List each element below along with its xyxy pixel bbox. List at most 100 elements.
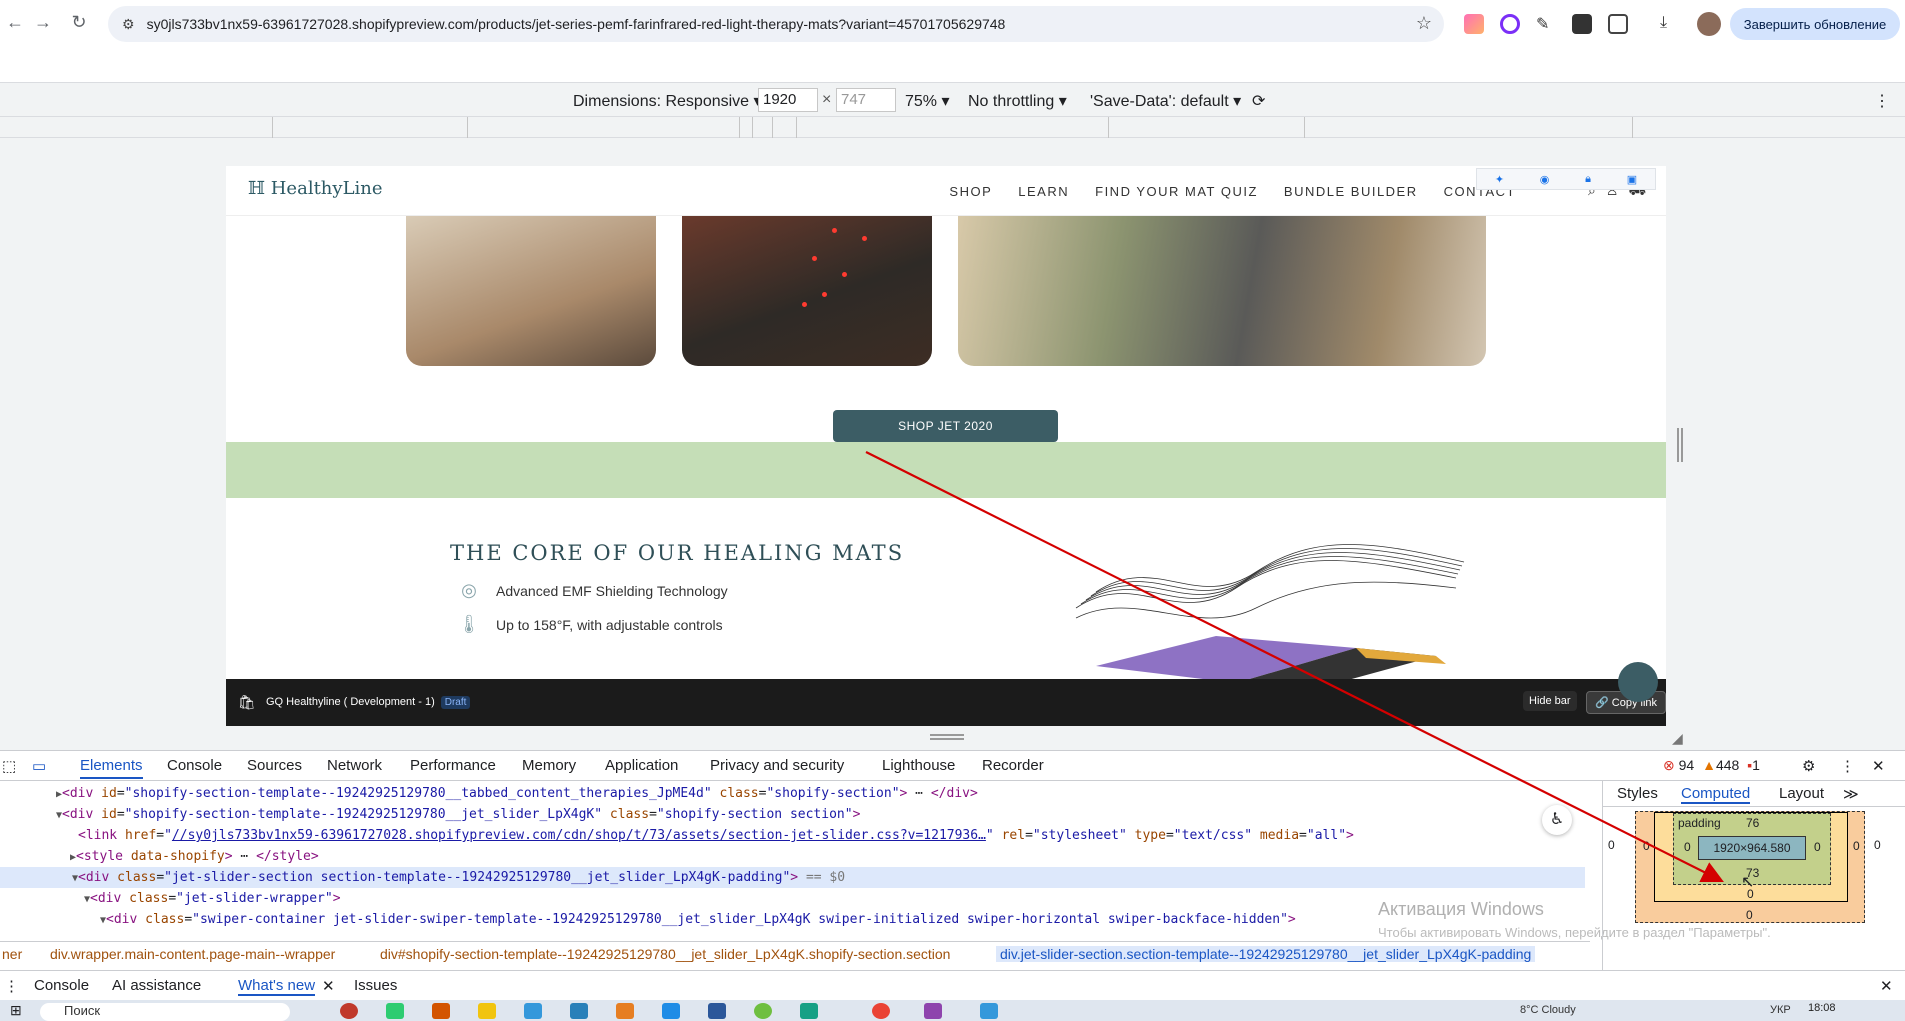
address-bar[interactable]: ⚙ sy0jls733bv1nx59-63961727028.shopifypr… [108, 6, 1444, 42]
shop-jet-button[interactable]: SHOP JET 2020 [833, 410, 1058, 442]
tab-console[interactable]: Console [167, 757, 222, 774]
app-icon[interactable] [662, 1003, 680, 1019]
drawer-menu-icon[interactable]: ⋮ [4, 977, 19, 995]
extension-icon[interactable] [1572, 14, 1592, 34]
dom-node[interactable]: ▼<div class="jet-slider-wrapper"> [84, 888, 341, 909]
extension-icon[interactable]: ✎ [1536, 14, 1556, 34]
lock-icon[interactable]: 🔒︎ [1585, 173, 1591, 186]
download-icon[interactable]: ⤓ [1660, 14, 1680, 34]
dom-node[interactable]: ▶<div id="shopify-section-template--1924… [56, 783, 978, 804]
taskbar-search-input[interactable]: Поиск [40, 1003, 290, 1021]
dom-node[interactable]: ▶<style data-shopify> ⋯ </style> [70, 846, 319, 867]
reload-icon[interactable]: ↻ [64, 12, 94, 33]
forward-icon[interactable]: → [28, 12, 58, 33]
border-left: 0 [1643, 839, 1650, 853]
drawer-tab-console[interactable]: Console [34, 977, 89, 994]
avatar[interactable] [1697, 12, 1721, 36]
nav-shop[interactable]: SHOP [949, 184, 992, 199]
breadcrumb-item[interactable]: div.wrapper.main-content.page-main--wrap… [50, 946, 335, 962]
settings-gear-icon[interactable]: ⚙ [1802, 757, 1815, 775]
accessibility-icon[interactable]: ♿︎ [1542, 805, 1572, 835]
dom-node[interactable]: ▼<div id="shopify-section-template--1924… [56, 804, 860, 825]
breadcrumb-item-active[interactable]: div.jet-slider-section.section-template-… [996, 946, 1536, 962]
language-indicator[interactable]: УКР [1770, 1004, 1791, 1016]
corner-resize-icon[interactable]: ◢ [1672, 730, 1683, 747]
tab-computed[interactable]: Computed [1681, 785, 1751, 804]
nav-bundle-builder[interactable]: BUNDLE BUILDER [1284, 184, 1418, 199]
tab-elements[interactable]: Elements [80, 757, 143, 779]
edge-icon[interactable] [386, 1003, 404, 1019]
viewport-resize-handle-right[interactable] [1677, 428, 1683, 462]
breadcrumb-item[interactable]: ner [2, 946, 22, 962]
chrome-icon[interactable] [872, 1003, 890, 1019]
drawer-tab-ai-assistance[interactable]: AI assistance [112, 977, 201, 994]
close-tab-icon[interactable]: ✕ [322, 977, 335, 995]
hide-bar-button[interactable]: Hide bar [1523, 691, 1577, 711]
more-tabs-icon[interactable]: ≫ [1843, 785, 1859, 803]
bookmark-star-icon[interactable]: ☆ [1416, 13, 1432, 34]
throttling-select[interactable]: No throttling ▾ [968, 91, 1067, 111]
device-mode-icon[interactable]: ▭ [32, 757, 46, 775]
drawer-tab-issues[interactable]: Issues [354, 977, 397, 994]
app-icon[interactable] [432, 1003, 450, 1019]
update-browser-button[interactable]: Завершить обновление [1730, 8, 1900, 40]
drawer-tab-whats-new[interactable]: What's new [238, 977, 316, 996]
more-options-icon[interactable]: ⋮ [1874, 91, 1890, 111]
tab-layout[interactable]: Layout [1779, 785, 1824, 802]
tab-recorder[interactable]: Recorder [982, 757, 1044, 774]
draft-badge: Draft [440, 696, 471, 709]
save-data-select[interactable]: 'Save-Data': default ▾ [1090, 91, 1241, 111]
tab-memory[interactable]: Memory [522, 757, 576, 774]
move-icon[interactable]: ✦ [1495, 173, 1504, 186]
red-light-dot [832, 228, 837, 233]
breadcrumb-item[interactable]: div#shopify-section-template--1924292512… [380, 946, 950, 962]
extension-icon[interactable] [1500, 14, 1520, 34]
tab-network[interactable]: Network [327, 757, 382, 774]
url-text[interactable]: sy0jls733bv1nx59-63961727028.shopifyprev… [147, 16, 1006, 32]
store-icon[interactable] [524, 1003, 542, 1019]
dom-node[interactable]: <link href="//sy0jls733bv1nx59-639617270… [78, 825, 1354, 846]
folder-icon[interactable] [478, 1003, 496, 1019]
device-icon[interactable]: ▣ [1627, 173, 1637, 186]
inspect-element-icon[interactable]: ⬚ [2, 757, 16, 775]
media-query-ruler[interactable] [0, 116, 1905, 139]
word-icon[interactable] [708, 1003, 726, 1019]
app-icon[interactable] [924, 1003, 942, 1019]
app-icon[interactable] [754, 1003, 772, 1019]
close-icon[interactable]: ✕ [1872, 757, 1885, 775]
tab-sources[interactable]: Sources [247, 757, 302, 774]
app-icon[interactable] [980, 1003, 998, 1019]
width-input[interactable]: 1920 [758, 88, 818, 112]
nav-learn[interactable]: LEARN [1018, 184, 1069, 199]
site-logo[interactable]: ℍ HealthyLine [248, 178, 383, 199]
extensions-puzzle-icon[interactable] [1608, 14, 1628, 34]
tab-performance[interactable]: Performance [410, 757, 496, 774]
nav-mat-quiz[interactable]: FIND YOUR MAT QUIZ [1095, 184, 1258, 199]
tab-lighthouse[interactable]: Lighthouse [882, 757, 955, 774]
app-icon[interactable] [616, 1003, 634, 1019]
opera-icon[interactable] [340, 1003, 358, 1019]
dimensions-select[interactable]: Dimensions: Responsive ▾ [573, 91, 762, 111]
close-drawer-icon[interactable]: ✕ [1880, 977, 1893, 995]
zoom-select[interactable]: 75% ▾ [905, 91, 950, 111]
back-icon[interactable]: ← [0, 12, 30, 33]
dom-node[interactable]: ▼<div class="swiper-container jet-slider… [100, 909, 1296, 930]
tab-privacy-security[interactable]: Privacy and security [710, 757, 844, 774]
app-icon[interactable] [800, 1003, 818, 1019]
more-menu-icon[interactable]: ⋮ [1840, 757, 1855, 775]
dom-node-selected[interactable]: ▼<div class="jet-slider-section section-… [0, 867, 1585, 888]
height-input[interactable]: 747 [836, 88, 896, 112]
tab-application[interactable]: Application [605, 757, 678, 774]
clock[interactable]: 18:08 [1808, 1002, 1836, 1014]
issue-counters[interactable]: ⊗ 94 ▲448 ▪1 [1663, 757, 1760, 774]
site-settings-icon[interactable]: ⚙ [122, 16, 135, 33]
tab-styles[interactable]: Styles [1617, 785, 1658, 802]
chat-widget-icon[interactable] [1618, 662, 1658, 702]
rotate-icon[interactable]: ⟳ [1252, 91, 1265, 111]
start-icon[interactable]: ⊞ [10, 1002, 22, 1019]
weather-widget[interactable]: 8°C Cloudy [1520, 1004, 1576, 1016]
extension-icon[interactable] [1464, 14, 1484, 34]
outlook-icon[interactable] [570, 1003, 588, 1019]
viewport-resize-handle-bottom[interactable] [930, 734, 964, 740]
eye-icon[interactable]: ◉ [1540, 173, 1550, 186]
